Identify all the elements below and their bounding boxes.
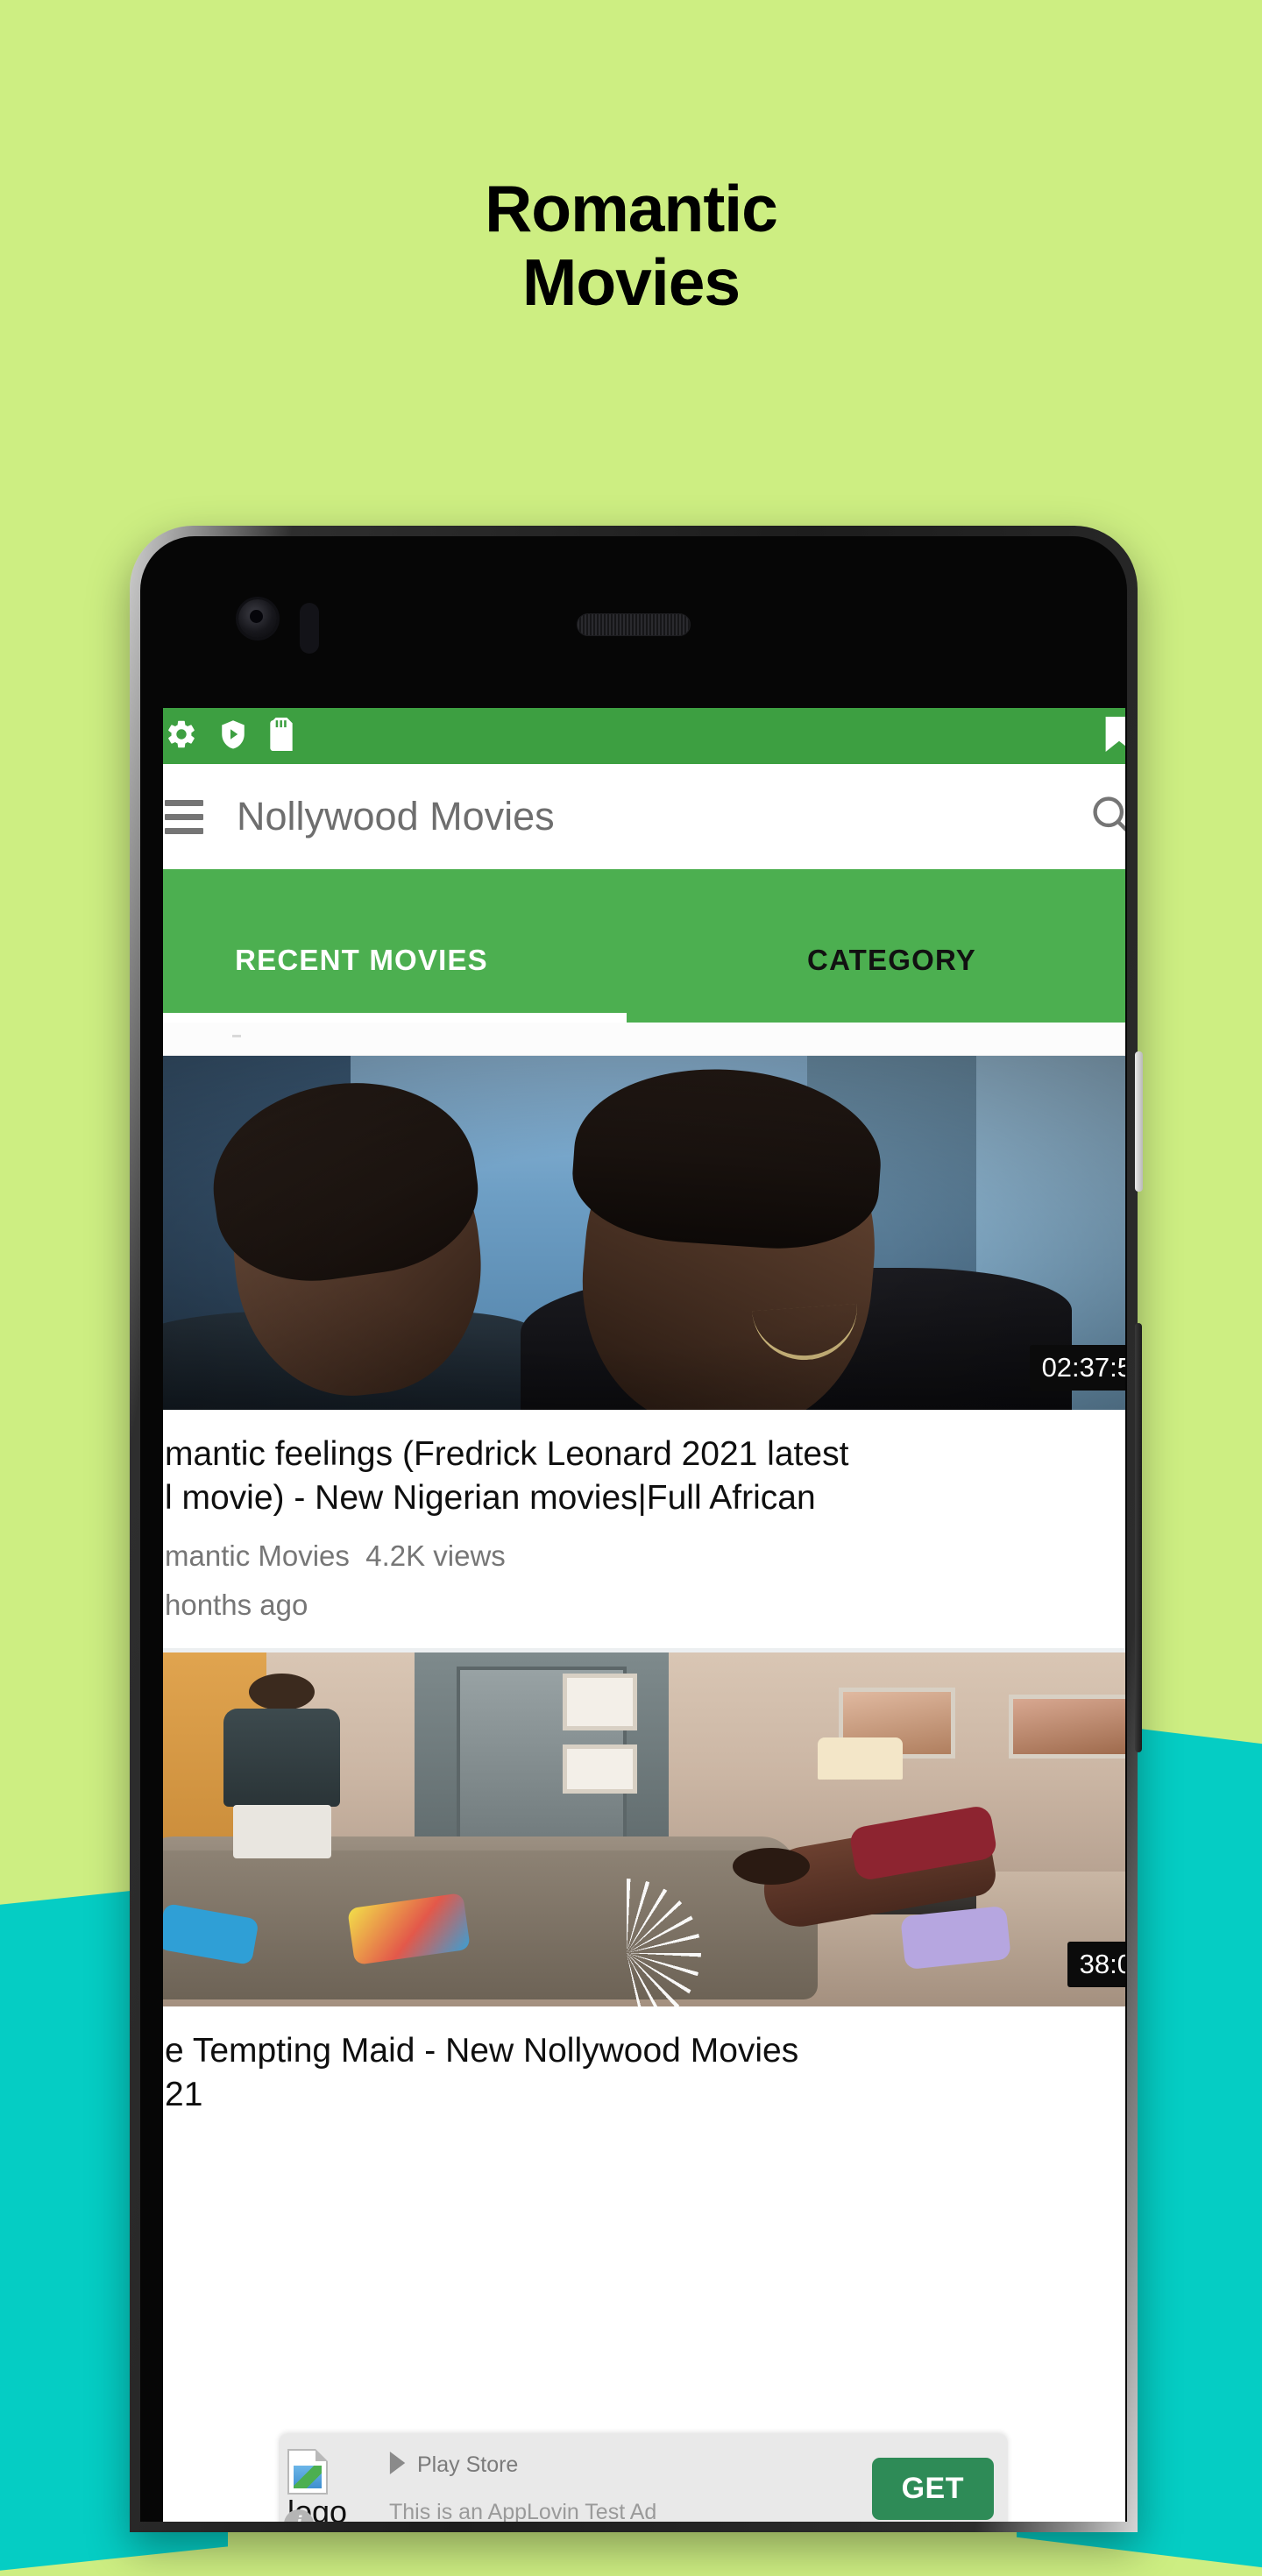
headline-line-2: Movies <box>521 245 741 319</box>
ad-store-row: Play Store <box>389 2452 872 2479</box>
ad-logo: logo i <box>279 2434 363 2522</box>
proximity-sensor-icon <box>300 603 319 654</box>
ad-banner[interactable]: logo i Play Store This is an AppLovin Te… <box>279 2434 1008 2522</box>
front-camera-icon <box>238 599 277 638</box>
search-icon[interactable] <box>1088 792 1125 842</box>
volume-rocker[interactable] <box>1135 1323 1142 1752</box>
tab-category[interactable]: CATEGORY <box>627 944 1125 1023</box>
earpiece-speaker-icon <box>577 613 691 636</box>
phone-screen: Nollywood Movies RECENT MOVIES CATEGORY <box>163 708 1125 2522</box>
broken-image-icon <box>287 2449 328 2495</box>
play-protect-shield-icon <box>217 718 249 755</box>
video-duration-badge: 02:37:5 <box>1029 1345 1125 1391</box>
video-duration-badge: 38:0 <box>1067 1941 1125 1987</box>
status-bar-left-icons <box>165 717 294 755</box>
app-bar: Nollywood Movies <box>163 764 1125 869</box>
page-title: Romantic Movies <box>0 172 1262 319</box>
headline-line-1: Romantic <box>485 172 778 245</box>
status-bar-right-icons <box>1104 716 1125 756</box>
gear-icon <box>165 718 198 755</box>
video-thumbnail[interactable]: 38:0 <box>163 1652 1125 2006</box>
video-channel-and-views: mantic Movies 4.2K views <box>165 1539 1125 1573</box>
video-published: honths ago <box>165 1588 308 1621</box>
video-metadata: mantic feelings (Fredrick Leonard 2021 l… <box>163 1410 1125 1648</box>
video-title-line-1: mantic feelings (Fredrick Leonard 2021 l… <box>165 1435 849 1473</box>
video-card[interactable]: 38:0 e Tempting Maid - New Nollywood Mov… <box>163 1652 1125 2143</box>
thumbnail-artwork <box>163 1652 1125 2006</box>
tab-active-indicator <box>163 1013 627 1023</box>
ad-text: Play Store This is an AppLovin Test Ad <box>363 2452 872 2522</box>
tab-bar: RECENT MOVIES CATEGORY <box>163 869 1125 1023</box>
app-viewport: Nollywood Movies RECENT MOVIES CATEGORY <box>163 708 1125 2522</box>
video-card[interactable]: 02:37:5 mantic feelings (Fredrick Leonar… <box>163 1056 1125 1648</box>
video-metadata: e Tempting Maid - New Nollywood Movies 2… <box>163 2006 1125 2143</box>
ad-store-name: Play Store <box>417 2452 519 2477</box>
video-list: 02:37:5 mantic feelings (Fredrick Leonar… <box>163 1023 1125 2143</box>
phone-frame: Nollywood Movies RECENT MOVIES CATEGORY <box>130 526 1143 2532</box>
tag-icon <box>1104 716 1125 756</box>
video-views: 4.2K views <box>365 1539 506 1572</box>
video-title-line-2: 21 <box>165 2075 203 2113</box>
tab-recent-movies[interactable]: RECENT MOVIES <box>163 944 627 1023</box>
thumbnail-artwork <box>163 1056 1125 1410</box>
video-thumbnail[interactable]: 02:37:5 <box>163 1056 1125 1410</box>
video-channel: mantic Movies <box>165 1539 350 1572</box>
video-title-line-2: l movie) - New Nigerian movies|Full Afri… <box>165 1478 816 1517</box>
ad-tagline: This is an AppLovin Test Ad <box>389 2500 657 2522</box>
list-top-spacer <box>163 1023 1125 1056</box>
play-store-triangle-icon <box>389 2452 408 2479</box>
status-bar <box>163 708 1125 764</box>
phone-bezel: Nollywood Movies RECENT MOVIES CATEGORY <box>140 536 1127 2522</box>
app-bar-title: Nollywood Movies <box>237 794 555 839</box>
power-button[interactable] <box>1135 1051 1143 1192</box>
hamburger-menu-icon[interactable] <box>165 799 203 834</box>
ad-get-button[interactable]: GET <box>871 2457 994 2520</box>
sd-card-icon <box>268 717 294 755</box>
video-title-line-1: e Tempting Maid - New Nollywood Movies <box>165 2031 799 2070</box>
